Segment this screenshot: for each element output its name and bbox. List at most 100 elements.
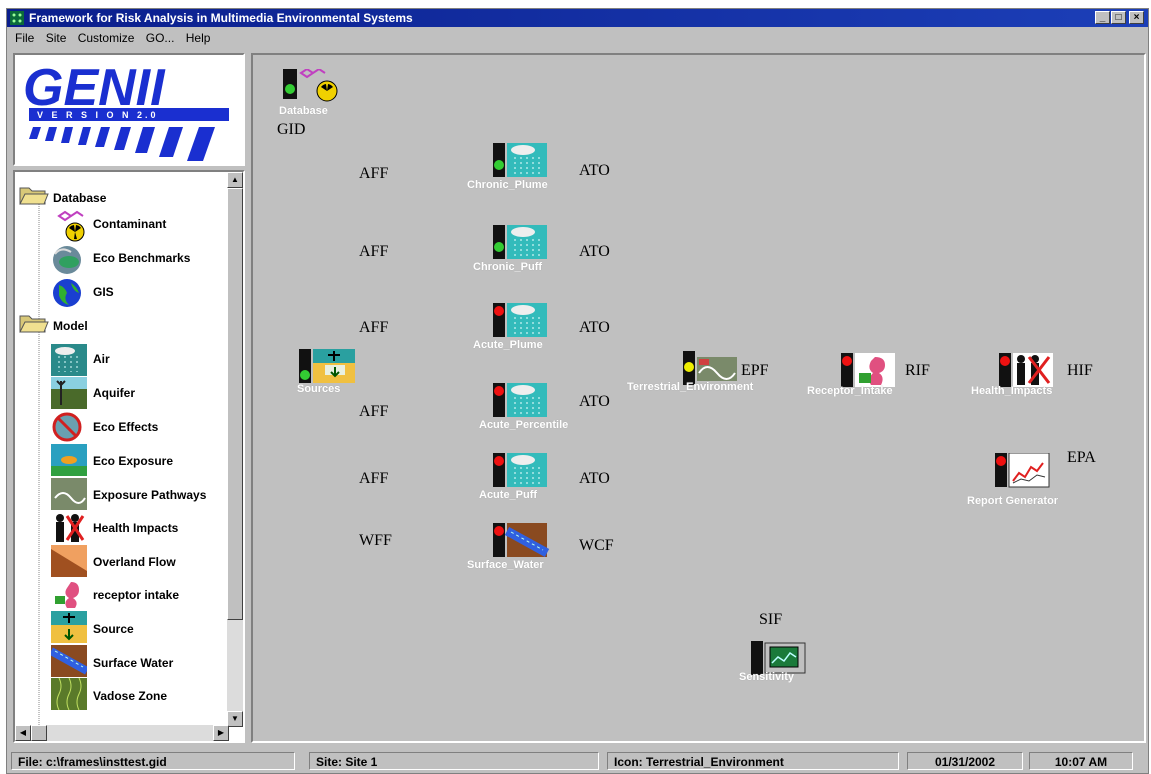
module-acute-plume[interactable]: Acute_Plume bbox=[473, 303, 551, 351]
eco-exposure-icon bbox=[51, 444, 87, 476]
module-label: Report Generator bbox=[967, 495, 1059, 507]
module-label: Health_Impacts bbox=[971, 385, 1053, 397]
connection-label: SIF bbox=[759, 611, 783, 628]
module-chronic-plume[interactable]: Chronic_Plume bbox=[467, 143, 551, 191]
air-module-icon bbox=[493, 453, 547, 487]
air-module-icon bbox=[493, 383, 547, 417]
exposure-pathways-icon bbox=[51, 478, 87, 510]
connection-label: GID bbox=[277, 121, 306, 138]
tree-item-receptor-intake[interactable]: receptor intake bbox=[93, 588, 179, 602]
module-label: Surface_Water bbox=[467, 559, 544, 571]
module-receptor-intake[interactable]: Receptor_Intake bbox=[807, 353, 899, 397]
connection-label: ATO bbox=[579, 319, 610, 336]
tree-item-surface-water[interactable]: Surface Water bbox=[93, 656, 173, 670]
genii-logo: GENII V E R S I O N 2.0 bbox=[13, 53, 245, 166]
module-acute-percentile[interactable]: Acute_Percentile bbox=[479, 383, 568, 431]
scroll-left-button[interactable]: ◀ bbox=[15, 725, 31, 741]
module-chronic-puff[interactable]: Chronic_Puff bbox=[473, 225, 551, 273]
menu-bar: File Site Customize GO... Help bbox=[7, 28, 1148, 48]
air-module-icon bbox=[493, 225, 547, 259]
module-sensitivity[interactable]: Sensitivity bbox=[739, 641, 809, 683]
connection-label: AFF bbox=[359, 165, 389, 182]
module-health-impacts[interactable]: Health_Impacts bbox=[971, 353, 1057, 397]
tree-item-eco-effects[interactable]: Eco Effects bbox=[93, 420, 158, 434]
tree-item-aquifer[interactable]: Aquifer bbox=[93, 386, 135, 400]
overland-flow-icon bbox=[51, 545, 87, 577]
tree-vertical-scrollbar[interactable]: ▲ ▼ bbox=[227, 172, 243, 727]
database-module-icon bbox=[283, 67, 338, 102]
minimize-button[interactable]: _ bbox=[1095, 11, 1110, 24]
surface-water-icon bbox=[51, 645, 87, 677]
module-label: Acute_Percentile bbox=[479, 419, 569, 431]
title-bar: Framework for Risk Analysis in Multimedi… bbox=[7, 9, 1148, 27]
receptor-intake-module-icon bbox=[841, 353, 895, 387]
module-label: Acute_Puff bbox=[479, 489, 538, 501]
hscroll-thumb[interactable] bbox=[31, 725, 47, 741]
tree-item-air[interactable]: Air bbox=[93, 352, 110, 366]
module-database[interactable]: Database bbox=[279, 67, 343, 117]
connection-label: AFF bbox=[359, 243, 389, 260]
health-impacts-module-icon bbox=[999, 353, 1053, 387]
tree-item-gis[interactable]: GIS bbox=[93, 285, 114, 299]
contaminant-icon bbox=[57, 210, 85, 242]
menu-file[interactable]: File bbox=[15, 28, 34, 48]
module-label: Sources bbox=[297, 383, 341, 395]
status-bar: File: c:\frames\insttest.gid Site: Site … bbox=[7, 749, 1148, 773]
folder-open-icon bbox=[19, 187, 49, 205]
tree-item-eco-exposure[interactable]: Eco Exposure bbox=[93, 454, 173, 468]
connection-label: AFF bbox=[359, 403, 389, 420]
eco-benchmarks-icon bbox=[53, 246, 81, 274]
tree-item-source[interactable]: Source bbox=[93, 622, 134, 636]
model-tree: Database Contaminant Eco Benchmarks GIS bbox=[13, 170, 245, 743]
report-generator-module-icon bbox=[995, 452, 1050, 488]
close-button[interactable]: × bbox=[1129, 11, 1144, 24]
module-label: Database bbox=[279, 105, 328, 117]
scroll-up-button[interactable]: ▲ bbox=[227, 172, 243, 188]
menu-customize[interactable]: Customize bbox=[78, 28, 135, 48]
connection-label: ATO bbox=[579, 393, 610, 410]
tree-item-overland-flow[interactable]: Overland Flow bbox=[93, 555, 176, 569]
receptor-intake-icon bbox=[51, 578, 87, 610]
health-impacts-icon bbox=[51, 512, 87, 544]
status-time: 10:07 AM bbox=[1029, 752, 1133, 770]
app-window: Framework for Risk Analysis in Multimedi… bbox=[6, 8, 1149, 774]
menu-help[interactable]: Help bbox=[186, 28, 211, 48]
workspace-canvas[interactable]: Database GID AFF Chronic_Plume ATO AFF C… bbox=[251, 53, 1146, 743]
air-icon bbox=[51, 344, 87, 376]
tree-item-vadose-zone[interactable]: Vadose Zone bbox=[93, 689, 167, 703]
surface-water-module-icon bbox=[493, 523, 550, 557]
scroll-down-button[interactable]: ▼ bbox=[227, 711, 243, 727]
tree-item-eco-benchmarks[interactable]: Eco Benchmarks bbox=[93, 251, 190, 265]
connection-label: ATO bbox=[579, 470, 610, 487]
tree-group-model[interactable]: Model bbox=[53, 319, 88, 333]
source-icon bbox=[51, 611, 87, 643]
maximize-button[interactable]: □ bbox=[1111, 11, 1126, 24]
tree-horizontal-scrollbar[interactable]: ◀ ▶ bbox=[15, 725, 229, 741]
module-surface-water[interactable]: Surface_Water bbox=[467, 523, 551, 571]
source-module-icon bbox=[299, 349, 355, 383]
tree-group-database[interactable]: Database bbox=[53, 191, 106, 205]
air-module-icon bbox=[493, 143, 547, 177]
tree-item-exposure-pathways[interactable]: Exposure Pathways bbox=[93, 488, 206, 502]
module-label: Chronic_Puff bbox=[473, 261, 543, 273]
module-acute-puff[interactable]: Acute_Puff bbox=[479, 453, 551, 501]
module-terrestrial-environment[interactable]: Terrestrial_Environment bbox=[627, 351, 753, 393]
status-icon: Icon: Terrestrial_Environment bbox=[607, 752, 899, 770]
module-label: Chronic_Plume bbox=[467, 179, 548, 191]
tree-item-health-impacts[interactable]: Health Impacts bbox=[93, 521, 178, 535]
menu-go[interactable]: GO... bbox=[146, 28, 175, 48]
left-pane: GENII V E R S I O N 2.0 Database Contami… bbox=[13, 53, 249, 743]
scroll-right-button[interactable]: ▶ bbox=[213, 725, 229, 741]
menu-site[interactable]: Site bbox=[46, 28, 67, 48]
module-sources[interactable]: Sources bbox=[297, 349, 357, 395]
scroll-thumb[interactable] bbox=[227, 188, 243, 620]
module-report-generator[interactable]: Report Generator bbox=[967, 452, 1058, 507]
connection-label: ATO bbox=[579, 243, 610, 260]
connection-label: HIF bbox=[1067, 362, 1093, 379]
connection-label: AFF bbox=[359, 319, 389, 336]
connection-label: WCF bbox=[579, 537, 614, 554]
genii-logo-graphic: GENII V E R S I O N 2.0 bbox=[23, 59, 229, 161]
tree-item-contaminant[interactable]: Contaminant bbox=[93, 217, 166, 231]
status-file: File: c:\frames\insttest.gid bbox=[11, 752, 295, 770]
eco-effects-icon bbox=[52, 412, 82, 442]
